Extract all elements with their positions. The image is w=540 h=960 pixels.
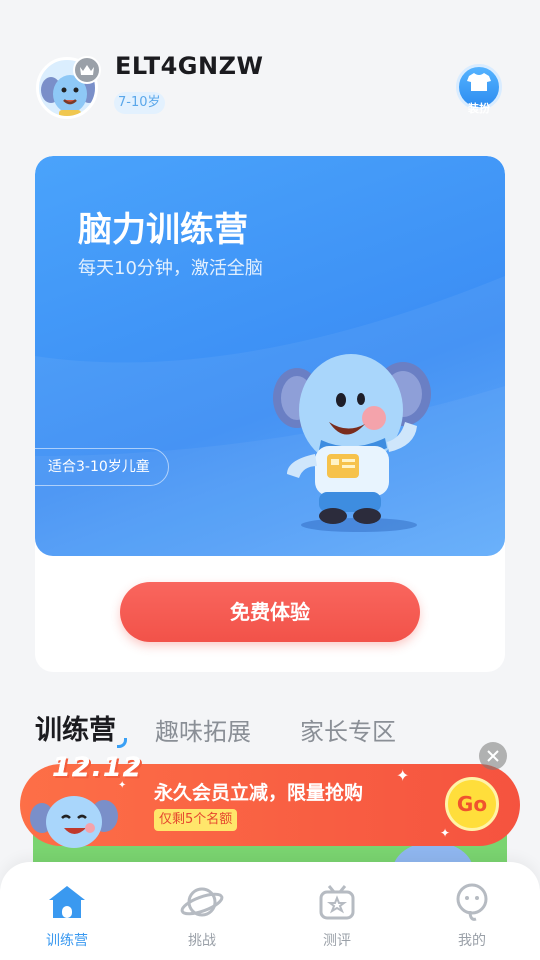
sparkle-icon: ✦ bbox=[118, 780, 127, 791]
home-icon bbox=[45, 880, 89, 924]
training-camp-card: 脑力训练营 每天10分钟，激活全脑 适合3-10岁儿童 免费体验 bbox=[35, 156, 505, 672]
promo-mascot bbox=[28, 786, 124, 848]
dress-up-button[interactable]: 装扮 bbox=[456, 64, 504, 116]
tab-parent-zone[interactable]: 家长专区 bbox=[300, 712, 396, 747]
banner-subtitle: 每天10分钟，激活全脑 bbox=[78, 258, 263, 279]
crown-icon bbox=[73, 56, 101, 84]
sparkle-icon: ✦ bbox=[440, 826, 451, 840]
mascot-head-icon bbox=[450, 880, 494, 924]
tab-fun-extension[interactable]: 趣味拓展 bbox=[155, 712, 251, 747]
active-tab-indicator bbox=[117, 738, 127, 748]
close-icon[interactable] bbox=[479, 742, 507, 770]
promo-remaining-badge: 仅剩5个名额 bbox=[154, 809, 238, 831]
promo-go-button[interactable]: Go bbox=[445, 777, 499, 831]
age-range-tag: 适合3-10岁儿童 bbox=[35, 448, 169, 486]
training-camp-banner[interactable]: 脑力训练营 每天10分钟，激活全脑 适合3-10岁儿童 bbox=[35, 156, 505, 556]
dress-up-label: 装扮 bbox=[468, 102, 490, 115]
banner-title: 脑力训练营 bbox=[78, 210, 248, 250]
bottom-navigation: 训练营 挑战 测评 我的 bbox=[0, 862, 540, 960]
nav-label: 测评 bbox=[323, 933, 351, 949]
free-trial-button[interactable]: 免费体验 bbox=[120, 582, 420, 642]
age-badge: 7-10岁 bbox=[114, 92, 165, 114]
elephant-mascot bbox=[267, 342, 447, 538]
promo-title: 永久会员立减，限量抢购 bbox=[154, 782, 364, 804]
tab-training-camp[interactable]: 训练营 bbox=[35, 708, 116, 747]
nav-label: 挑战 bbox=[188, 933, 216, 949]
planet-icon bbox=[180, 880, 224, 924]
promo-date: 12.12 bbox=[52, 752, 143, 783]
section-tabs: 训练营 趣味拓展 家长专区 bbox=[35, 708, 505, 754]
nav-label: 我的 bbox=[458, 933, 486, 949]
nav-item-training-camp[interactable]: 训练营 bbox=[27, 880, 107, 950]
username: ELT4GNZW bbox=[115, 52, 264, 80]
nav-item-challenge[interactable]: 挑战 bbox=[162, 880, 242, 950]
sparkle-icon: ✦ bbox=[396, 766, 410, 785]
nav-label: 训练营 bbox=[46, 933, 88, 949]
tv-star-icon bbox=[315, 880, 359, 924]
nav-item-mine[interactable]: 我的 bbox=[432, 880, 512, 950]
profile-header: ELT4GNZW 7-10岁 装扮 bbox=[0, 0, 540, 140]
nav-item-assessment[interactable]: 测评 bbox=[297, 880, 377, 950]
